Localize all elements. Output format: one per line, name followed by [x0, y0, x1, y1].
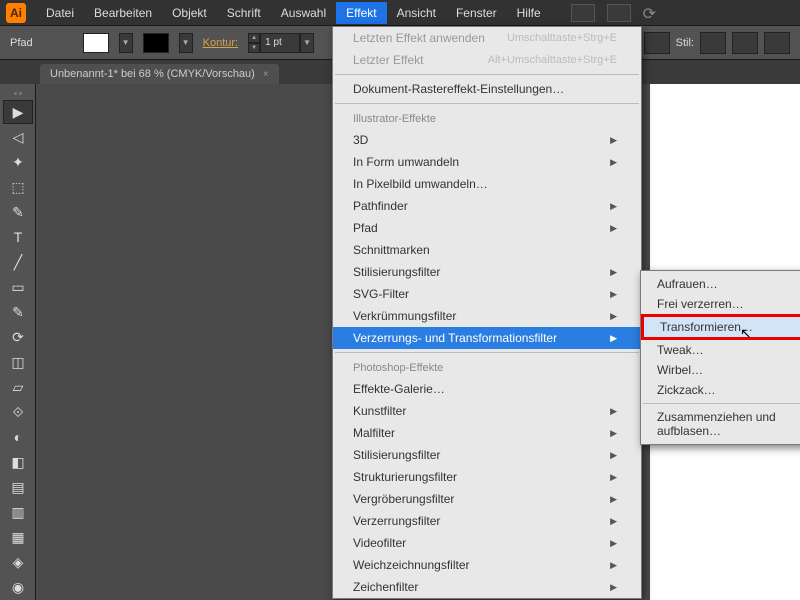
menu-schrift[interactable]: Schrift	[217, 2, 271, 24]
submenu-free-distort[interactable]: Frei verzerren…	[641, 294, 800, 314]
menu-hilfe[interactable]: Hilfe	[507, 2, 551, 24]
stroke-weight-stepper[interactable]: ▲ ▼ 1 pt ▼	[248, 33, 314, 53]
menu-fenster[interactable]: Fenster	[446, 2, 507, 24]
line-tool[interactable]: ╱	[3, 250, 33, 274]
type-tool[interactable]: T	[3, 225, 33, 249]
separator	[335, 74, 639, 75]
app-icon: Ai	[6, 3, 26, 23]
fill-swatch[interactable]	[83, 33, 109, 53]
lasso-tool[interactable]: ⬚	[3, 175, 33, 199]
section-photoshop: Photoshop-Effekte	[333, 356, 641, 378]
transform-btn[interactable]	[764, 32, 790, 54]
stepper-down[interactable]: ▼	[248, 43, 260, 53]
stroke-weight-value[interactable]: 1 pt	[260, 33, 300, 53]
selection-tool[interactable]: ▶	[3, 100, 33, 124]
mesh-tool[interactable]: ◈	[3, 550, 33, 574]
menu-video[interactable]: Videofilter▶	[333, 532, 641, 554]
separator	[335, 103, 639, 104]
menu-brush-strokes[interactable]: Malfilter▶	[333, 422, 641, 444]
menu-pixelate[interactable]: Vergröberungsfilter▶	[333, 488, 641, 510]
width-tool[interactable]: ◧	[3, 450, 33, 474]
menu-pfad[interactable]: Pfad▶	[333, 217, 641, 239]
menu-convert-shape[interactable]: In Form umwandeln▶	[333, 151, 641, 173]
submenu-transform[interactable]: Transformieren…	[641, 314, 800, 340]
align-btn[interactable]	[732, 32, 758, 54]
menu-svg-filter[interactable]: SVG-Filter▶	[333, 283, 641, 305]
menu-distort-transform[interactable]: Verzerrungs- und Transformationsfilter▶	[333, 327, 641, 349]
menu-sketch[interactable]: Zeichenfilter▶	[333, 576, 641, 598]
menu-last-effect: Letzter EffektAlt+Umschalttaste+Strg+E	[333, 49, 641, 71]
menu-blur[interactable]: Weichzeichnungsfilter▶	[333, 554, 641, 576]
menu-raster-settings[interactable]: Dokument-Rastereffekt-Einstellungen…	[333, 78, 641, 100]
submenu-tweak[interactable]: Tweak…	[641, 340, 800, 360]
menu-auswahl[interactable]: Auswahl	[271, 2, 336, 24]
menu-bearbeiten[interactable]: Bearbeiten	[84, 2, 162, 24]
menu-datei[interactable]: Datei	[36, 2, 84, 24]
menu-3d[interactable]: 3D▶	[333, 129, 641, 151]
section-illustrator: Illustrator-Effekte	[333, 107, 641, 129]
menu-effekt[interactable]: Effekt	[336, 2, 386, 24]
stepper-up[interactable]: ▲	[248, 33, 260, 43]
path-label: Pfad	[10, 37, 33, 49]
menubar: Ai Datei Bearbeiten Objekt Schrift Auswa…	[0, 0, 800, 26]
menu-pathfinder[interactable]: Pathfinder▶	[333, 195, 641, 217]
menu-distort-ps[interactable]: Verzerrungsfilter▶	[333, 510, 641, 532]
menu-stylize-ps[interactable]: Stilisierungsfilter▶	[333, 444, 641, 466]
menu-artistic[interactable]: Kunstfilter▶	[333, 400, 641, 422]
menu-effect-gallery[interactable]: Effekte-Galerie…	[333, 378, 641, 400]
stroke-weight-dd[interactable]: ▼	[300, 33, 314, 53]
submenu-roughen[interactable]: Aufrauen…	[641, 274, 800, 294]
fill-dropdown[interactable]: ▼	[119, 33, 133, 53]
profile-btn[interactable]	[644, 32, 670, 54]
stil-label: Stil:	[676, 37, 694, 49]
rectangle-tool[interactable]: ▭	[3, 275, 33, 299]
style-swatch[interactable]	[700, 32, 726, 54]
gradient-tool[interactable]: ◉	[3, 575, 33, 599]
rotate-tool[interactable]: ⟐	[3, 400, 33, 424]
menu-apply-last: Letzten Effekt anwendenUmschalttaste+Str…	[333, 27, 641, 49]
scale-tool[interactable]: ◐	[3, 425, 33, 449]
submenu-zigzag[interactable]: Zickzack…	[641, 380, 800, 400]
separator	[335, 352, 639, 353]
shape-builder-tool[interactable]: ▥	[3, 500, 33, 524]
menu-warp[interactable]: Verkrümmungsfilter▶	[333, 305, 641, 327]
direct-selection-tool[interactable]: ◁	[3, 125, 33, 149]
free-transform-tool[interactable]: ▤	[3, 475, 33, 499]
distort-transform-submenu: Aufrauen… Frei verzerren… Transformieren…	[640, 270, 800, 445]
stroke-swatch[interactable]	[143, 33, 169, 53]
arrange-icon[interactable]	[607, 4, 631, 22]
effekt-menu: Letzten Effekt anwendenUmschalttaste+Str…	[332, 26, 642, 599]
magic-wand-tool[interactable]: ✦	[3, 150, 33, 174]
tools-grip[interactable]	[0, 88, 35, 98]
submenu-pucker-bloat[interactable]: Zusammenziehen und aufblasen…	[641, 407, 800, 441]
brush-tool[interactable]: ✎	[3, 300, 33, 324]
eraser-tool[interactable]: ▱	[3, 375, 33, 399]
pen-tool[interactable]: ✎	[3, 200, 33, 224]
menu-stylize[interactable]: Stilisierungsfilter▶	[333, 261, 641, 283]
menu-ansicht[interactable]: Ansicht	[387, 2, 446, 24]
tab-title: Unbenannt-1* bei 68 % (CMYK/Vorschau)	[50, 68, 255, 80]
menu-rasterize[interactable]: In Pixelbild umwandeln…	[333, 173, 641, 195]
document-tab[interactable]: Unbenannt-1* bei 68 % (CMYK/Vorschau) ×	[40, 64, 279, 84]
bridge-icon[interactable]	[571, 4, 595, 22]
perspective-tool[interactable]: ▦	[3, 525, 33, 549]
pencil-tool[interactable]: ⟳	[3, 325, 33, 349]
kontur-label[interactable]: Kontur:	[203, 37, 238, 49]
submenu-twist[interactable]: Wirbel…	[641, 360, 800, 380]
menu-cropmarks[interactable]: Schnittmarken	[333, 239, 641, 261]
tools-panel: ▶ ◁ ✦ ⬚ ✎ T ╱ ▭ ✎ ⟳ ◫ ▱ ⟐ ◐ ◧ ▤ ▥ ▦ ◈ ◉	[0, 84, 36, 600]
menu-texture[interactable]: Strukturierungsfilter▶	[333, 466, 641, 488]
blob-brush-tool[interactable]: ◫	[3, 350, 33, 374]
separator	[643, 403, 800, 404]
menu-objekt[interactable]: Objekt	[162, 2, 217, 24]
tab-close-icon[interactable]: ×	[263, 69, 269, 80]
sync-icon[interactable]: ⟳	[643, 4, 667, 22]
stroke-dropdown[interactable]: ▼	[179, 33, 193, 53]
